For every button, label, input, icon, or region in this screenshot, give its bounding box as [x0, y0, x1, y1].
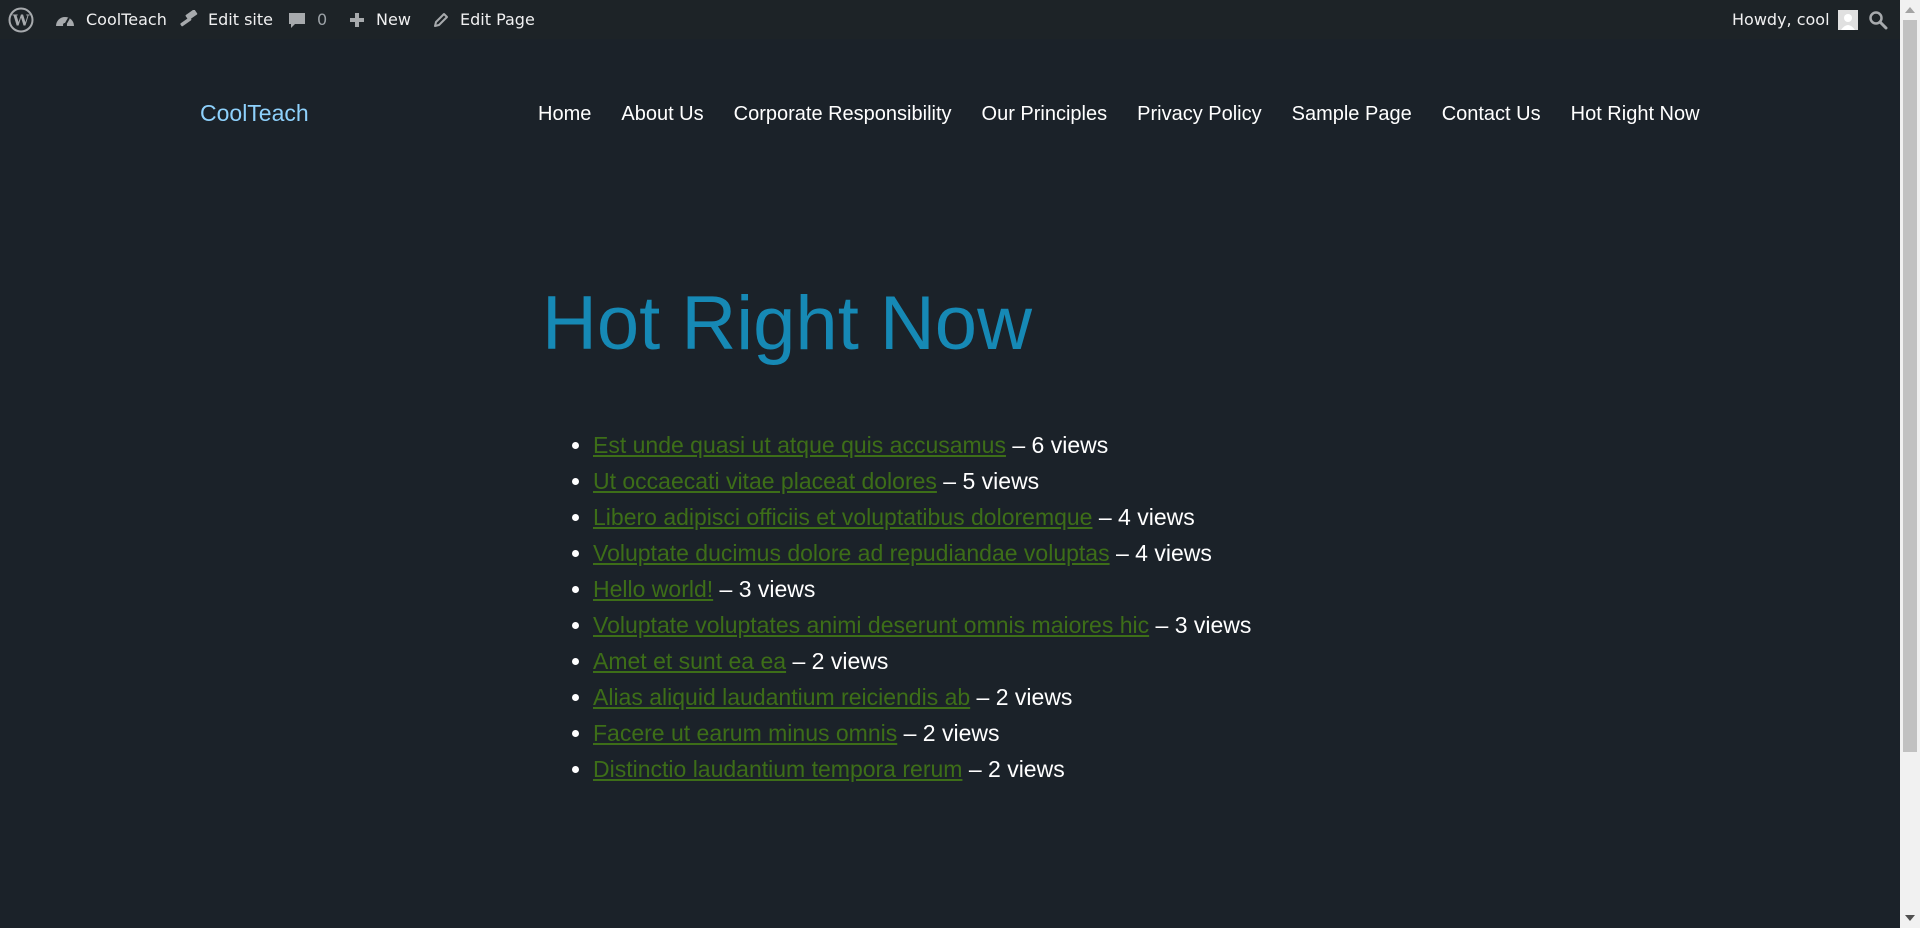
post-views: – 5 views: [936, 468, 1040, 494]
post-link[interactable]: Facere ut earum minus omnis: [593, 720, 897, 746]
new-content-button[interactable]: New: [348, 0, 411, 39]
admin-search-button[interactable]: [1868, 0, 1888, 39]
post-link[interactable]: Voluptate ducimus dolore ad repudiandae …: [593, 540, 1110, 566]
list-item: Distinctio laudantium tempora rerum – 2 …: [593, 755, 1251, 791]
post-link[interactable]: Voluptate voluptates animi deserunt omni…: [593, 612, 1149, 638]
comments-button[interactable]: 0: [287, 0, 327, 39]
post-views: – 2 views: [962, 756, 1065, 782]
nav-item-our-principles[interactable]: Our Principles: [982, 103, 1108, 126]
dashboard-gauge-icon: [56, 16, 74, 27]
edit-page-button[interactable]: Edit Page: [432, 0, 535, 39]
nav-item-home[interactable]: Home: [538, 103, 591, 126]
page-title: Hot Right Now: [542, 281, 1032, 366]
scroll-up-arrow-icon[interactable]: [1900, 1, 1920, 19]
list-item: Est unde quasi ut atque quis accusamus –…: [593, 431, 1251, 467]
post-views: – 2 views: [970, 684, 1073, 710]
nav-item-about-us[interactable]: About Us: [621, 103, 703, 126]
hammer-icon: [180, 9, 198, 26]
nav-item-contact-us[interactable]: Contact Us: [1442, 103, 1541, 126]
edit-site-button[interactable]: Edit site: [178, 0, 273, 39]
list-item: Amet et sunt ea ea – 2 views: [593, 647, 1251, 683]
list-item: Alias aliquid laudantium reiciendis ab –…: [593, 683, 1251, 719]
list-item: Libero adipisci officiis et voluptatibus…: [593, 503, 1251, 539]
svg-text:W: W: [12, 11, 31, 29]
popular-posts-list: Est unde quasi ut atque quis accusamus –…: [543, 431, 1251, 791]
post-link[interactable]: Alias aliquid laudantium reiciendis ab: [593, 684, 970, 710]
post-link[interactable]: Libero adipisci officiis et voluptatibus…: [593, 504, 1092, 530]
post-link[interactable]: Amet et sunt ea ea: [593, 648, 786, 674]
list-item: Voluptate voluptates animi deserunt omni…: [593, 611, 1251, 647]
user-avatar-icon: [1837, 9, 1858, 30]
nav-item-corporate-responsibility[interactable]: Corporate Responsibility: [734, 103, 952, 126]
list-item: Hello world! – 3 views: [593, 575, 1251, 611]
post-views: – 4 views: [1092, 504, 1195, 530]
post-link[interactable]: Est unde quasi ut atque quis accusamus: [593, 432, 1006, 458]
wordpress-logo-icon: W: [8, 7, 34, 32]
site-name-menu[interactable]: CoolTeach: [54, 0, 167, 39]
nav-item-hot-right-now[interactable]: Hot Right Now: [1571, 103, 1700, 126]
comments-count: 0: [317, 10, 328, 29]
post-link[interactable]: Ut occaecati vitae placeat dolores: [593, 468, 937, 494]
plus-icon: [350, 12, 364, 27]
post-link[interactable]: Distinctio laudantium tempora rerum: [593, 756, 962, 782]
wordpress-menu[interactable]: W: [8, 0, 36, 39]
site-name-label: CoolTeach: [86, 10, 167, 29]
edit-page-label: Edit Page: [460, 10, 535, 29]
nav-item-sample-page[interactable]: Sample Page: [1292, 103, 1412, 126]
post-views: – 2 views: [897, 720, 1000, 746]
new-label: New: [376, 10, 411, 29]
primary-navigation: Home About Us Corporate Responsibility O…: [538, 103, 1700, 126]
scrollbar-thumb[interactable]: [1903, 20, 1917, 752]
edit-site-label: Edit site: [208, 10, 273, 29]
post-views: – 2 views: [786, 648, 889, 674]
post-views: – 6 views: [1005, 432, 1109, 458]
post-views: – 3 views: [1149, 612, 1252, 638]
site-title-link[interactable]: CoolTeach: [200, 100, 309, 127]
page-scrollbar[interactable]: [1900, 0, 1920, 928]
post-link[interactable]: Hello world!: [593, 576, 713, 602]
list-item: Ut occaecati vitae placeat dolores – 5 v…: [593, 467, 1251, 503]
admin-bar: W CoolTeach Edit site 0 New Edit Page Ho…: [0, 0, 1900, 39]
pencil-icon: [434, 12, 448, 27]
scroll-down-arrow-icon[interactable]: [1900, 909, 1920, 927]
search-icon: [1869, 10, 1888, 29]
post-views: – 3 views: [713, 576, 816, 602]
user-account-menu[interactable]: Howdy, cool: [1732, 0, 1858, 39]
speech-bubble-icon: [289, 12, 305, 28]
list-item: Facere ut earum minus omnis – 2 views: [593, 719, 1251, 755]
nav-item-privacy-policy[interactable]: Privacy Policy: [1137, 103, 1261, 126]
list-item: Voluptate ducimus dolore ad repudiandae …: [593, 539, 1251, 575]
howdy-text: Howdy, cool: [1732, 10, 1830, 29]
post-views: – 4 views: [1109, 540, 1212, 566]
